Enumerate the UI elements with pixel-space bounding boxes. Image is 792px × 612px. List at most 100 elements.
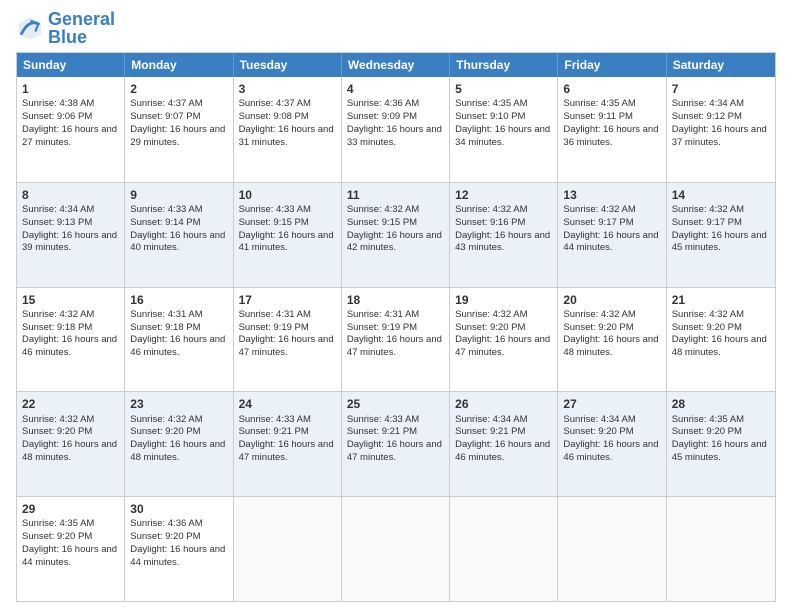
daylight-label: Daylight: 16 hours and 46 minutes. <box>563 439 658 463</box>
day-cell: 3Sunrise: 4:37 AMSunset: 9:08 PMDaylight… <box>234 77 342 182</box>
empty-cell <box>558 497 666 601</box>
day-cell: 14Sunrise: 4:32 AMSunset: 9:17 PMDayligh… <box>667 183 775 287</box>
sunrise-label: Sunrise: 4:33 AM <box>130 204 202 215</box>
daylight-label: Daylight: 16 hours and 48 minutes. <box>672 334 767 358</box>
daylight-label: Daylight: 16 hours and 44 minutes. <box>130 544 225 568</box>
sunrise-label: Sunrise: 4:34 AM <box>455 414 527 425</box>
day-number: 30 <box>130 501 227 517</box>
daylight-label: Daylight: 16 hours and 43 minutes. <box>455 230 550 254</box>
sunset-label: Sunset: 9:21 PM <box>239 426 309 437</box>
sunrise-label: Sunrise: 4:36 AM <box>130 518 202 529</box>
sunset-label: Sunset: 9:18 PM <box>22 322 92 333</box>
day-number: 29 <box>22 501 119 517</box>
sunset-label: Sunset: 9:20 PM <box>22 531 92 542</box>
dow-sunday: Sunday <box>17 53 125 77</box>
day-cell: 10Sunrise: 4:33 AMSunset: 9:15 PMDayligh… <box>234 183 342 287</box>
day-number: 20 <box>563 292 660 308</box>
day-number: 18 <box>347 292 444 308</box>
day-number: 7 <box>672 81 770 97</box>
sunrise-label: Sunrise: 4:34 AM <box>672 98 744 109</box>
sunrise-label: Sunrise: 4:31 AM <box>239 309 311 320</box>
sunset-label: Sunset: 9:20 PM <box>130 531 200 542</box>
empty-cell <box>342 497 450 601</box>
sunset-label: Sunset: 9:15 PM <box>239 217 309 228</box>
day-number: 15 <box>22 292 119 308</box>
logo-icon <box>16 14 44 42</box>
day-cell: 20Sunrise: 4:32 AMSunset: 9:20 PMDayligh… <box>558 288 666 392</box>
logo-name: General <box>48 10 115 28</box>
daylight-label: Daylight: 16 hours and 47 minutes. <box>347 439 442 463</box>
sunrise-label: Sunrise: 4:37 AM <box>239 98 311 109</box>
day-cell: 15Sunrise: 4:32 AM Sunset: 9:18 PMDayligh… <box>17 288 125 392</box>
daylight-label: Daylight: 16 hours and 33 minutes. <box>347 124 442 148</box>
sunset-label: Sunset: 9:12 PM <box>672 111 742 122</box>
day-number: 25 <box>347 396 444 412</box>
sunrise-label: Sunrise: 4:35 AM <box>455 98 527 109</box>
day-cell: 1Sunrise: 4:38 AMSunset: 9:06 PMDaylight… <box>17 77 125 182</box>
calendar: Sunday Monday Tuesday Wednesday Thursday… <box>16 52 776 602</box>
day-cell: 22Sunrise: 4:32 AMSunset: 9:20 PMDayligh… <box>17 392 125 496</box>
daylight-label: Daylight: 16 hours and 45 minutes. <box>672 230 767 254</box>
sunrise-label: Sunrise: 4:31 AM <box>130 309 202 320</box>
sunset-label: Sunset: 9:17 PM <box>563 217 633 228</box>
logo-name2: Blue <box>48 28 115 46</box>
sunset-label: Sunset: 9:19 PM <box>239 322 309 333</box>
daylight-label: Daylight: 16 hours and 44 minutes. <box>22 544 117 568</box>
day-cell: 11Sunrise: 4:32 AMSunset: 9:15 PMDayligh… <box>342 183 450 287</box>
daylight-label: Daylight: 16 hours and 47 minutes. <box>239 334 334 358</box>
sunrise-label: Sunrise: 4:32 AM <box>22 309 94 320</box>
daylight-label: Daylight: 16 hours and 46 minutes. <box>455 439 550 463</box>
daylight-label: Daylight: 16 hours and 46 minutes. <box>22 334 117 358</box>
page: General Blue Sunday Monday Tuesday Wedne… <box>0 0 792 612</box>
dow-monday: Monday <box>125 53 233 77</box>
day-number: 8 <box>22 187 119 203</box>
day-number: 24 <box>239 396 336 412</box>
sunrise-label: Sunrise: 4:32 AM <box>22 414 94 425</box>
sunset-label: Sunset: 9:13 PM <box>22 217 92 228</box>
day-cell: 6Sunrise: 4:35 AMSunset: 9:11 PMDaylight… <box>558 77 666 182</box>
sunset-label: Sunset: 9:21 PM <box>347 426 417 437</box>
daylight-label: Daylight: 16 hours and 47 minutes. <box>347 334 442 358</box>
daylight-label: Daylight: 16 hours and 48 minutes. <box>130 439 225 463</box>
daylight-label: Daylight: 16 hours and 46 minutes. <box>130 334 225 358</box>
day-cell: 18Sunrise: 4:31 AMSunset: 9:19 PMDayligh… <box>342 288 450 392</box>
dow-saturday: Saturday <box>667 53 775 77</box>
sunset-label: Sunset: 9:17 PM <box>672 217 742 228</box>
calendar-body: 1Sunrise: 4:38 AMSunset: 9:06 PMDaylight… <box>17 77 775 601</box>
daylight-label: Daylight: 16 hours and 48 minutes. <box>563 334 658 358</box>
daylight-label: Daylight: 16 hours and 29 minutes. <box>130 124 225 148</box>
calendar-row: 15Sunrise: 4:32 AMSunset: 9:18 PMDayligh… <box>17 287 775 392</box>
calendar-row: 1Sunrise: 4:38 AMSunset: 9:06 PMDaylight… <box>17 77 775 182</box>
daylight-label: Daylight: 16 hours and 39 minutes. <box>22 230 117 254</box>
sunset-label: Sunset: 9:20 PM <box>563 322 633 333</box>
dow-tuesday: Tuesday <box>234 53 342 77</box>
daylight-label: Daylight: 16 hours and 37 minutes. <box>672 124 767 148</box>
day-cell: 17Sunrise: 4:31 AM Sunset: 9:19 PMDayligh… <box>234 288 342 392</box>
sunrise-label: Sunrise: 4:34 AM <box>563 414 635 425</box>
calendar-row: 8Sunrise: 4:34 AMSunset: 9:13 PMDaylight… <box>17 182 775 287</box>
sunset-label: Sunset: 9:08 PM <box>239 111 309 122</box>
sunset-label: Sunset: 9:07 PM <box>130 111 200 122</box>
day-number: 17 <box>239 292 336 308</box>
sunrise-label: Sunrise: 4:35 AM <box>563 98 635 109</box>
daylight-label: Daylight: 16 hours and 41 minutes. <box>239 230 334 254</box>
sunset-label: Sunset: 9:20 PM <box>563 426 633 437</box>
sunset-label: Sunset: 9:10 PM <box>455 111 525 122</box>
day-number: 28 <box>672 396 770 412</box>
sunset-label: Sunset: 9:20 PM <box>22 426 92 437</box>
calendar-row: 22Sunrise: 4:32 AMSunset: 9:20 PMDayligh… <box>17 391 775 496</box>
sunset-label: Sunset: 9:20 PM <box>672 322 742 333</box>
sunrise-label: Sunrise: 4:38 AM <box>22 98 94 109</box>
daylight-label: Daylight: 16 hours and 48 minutes. <box>22 439 117 463</box>
sunset-label: Sunset: 9:20 PM <box>130 426 200 437</box>
dow-friday: Friday <box>558 53 666 77</box>
daylight-label: Daylight: 16 hours and 27 minutes. <box>22 124 117 148</box>
sunset-label: Sunset: 9:16 PM <box>455 217 525 228</box>
day-number: 14 <box>672 187 770 203</box>
day-number: 9 <box>130 187 227 203</box>
day-cell: 13Sunrise: 4:32 AMSunset: 9:17 PMDayligh… <box>558 183 666 287</box>
sunset-label: Sunset: 9:14 PM <box>130 217 200 228</box>
day-cell: 9Sunrise: 4:33 AMSunset: 9:14 PMDaylight… <box>125 183 233 287</box>
sunset-label: Sunset: 9:18 PM <box>130 322 200 333</box>
day-number: 12 <box>455 187 552 203</box>
